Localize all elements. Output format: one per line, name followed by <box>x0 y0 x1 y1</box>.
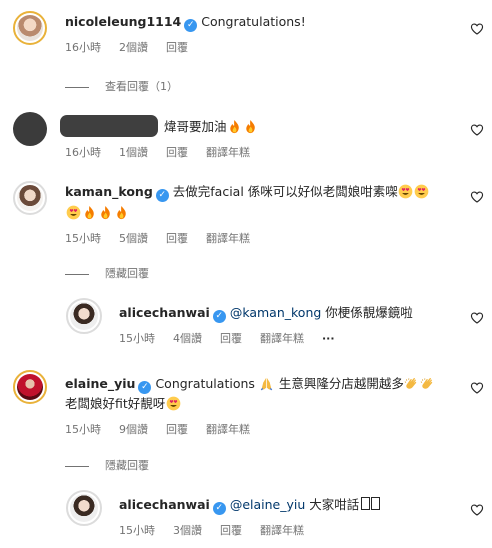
divider <box>65 273 89 275</box>
reply-text: 你梗係靚爆鏡啦 <box>325 305 413 320</box>
timestamp[interactable]: 16小時 <box>65 41 101 54</box>
fire-emoji <box>98 205 113 220</box>
verified-badge-icon: ✓ <box>212 502 226 515</box>
heart-eyes-emoji <box>66 205 81 220</box>
comment-line-cont: 老闆娘好fit好靚呀 <box>65 394 181 414</box>
heart-eyes-emoji <box>398 184 413 199</box>
fire-emoji <box>82 205 97 220</box>
comment-line: 煒哥要加油 <box>164 117 259 137</box>
hide-replies-button[interactable]: 隱藏回覆 <box>65 457 149 473</box>
view-replies-button[interactable]: 查看回覆（1） <box>65 78 178 94</box>
comment-text: 去做完facial 係咪可以好似老闆娘咁素㗎 <box>172 184 398 199</box>
timestamp[interactable]: 15小時 <box>119 524 155 537</box>
translate-button[interactable]: 翻譯年糕 <box>206 232 250 245</box>
comment-line: kaman_kong ✓ 去做完facial 係咪可以好似老闆娘咁素㗎 <box>65 182 430 202</box>
comment-text: Congratulations <box>155 376 255 391</box>
heart-outline-icon[interactable] <box>470 381 484 395</box>
heart-eyes-emoji <box>166 396 181 411</box>
translate-button[interactable]: 翻譯年糕 <box>206 146 250 159</box>
reply-button[interactable]: 回覆 <box>220 524 242 537</box>
likes-count[interactable]: 2個讚 <box>119 41 148 54</box>
reply-button[interactable]: 回覆 <box>166 41 188 54</box>
heart-outline-icon[interactable] <box>470 22 484 36</box>
translate-button[interactable]: 翻譯年糕 <box>206 423 250 436</box>
avatar[interactable] <box>13 112 47 146</box>
likes-count[interactable]: 9個讚 <box>119 423 148 436</box>
translate-button[interactable]: 翻譯年糕 <box>260 524 304 537</box>
likes-count[interactable]: 5個讚 <box>119 232 148 245</box>
heart-outline-icon[interactable] <box>470 503 484 517</box>
view-replies-label: 查看回覆（1） <box>105 80 178 93</box>
heart-outline-icon[interactable] <box>470 123 484 137</box>
reply-line: alicechanwai ✓ @elaine_yiu 大家咁話 <box>119 495 381 515</box>
verified-badge-icon: ✓ <box>184 19 198 32</box>
clapping-hands-emoji <box>420 376 435 391</box>
likes-count[interactable]: 3個讚 <box>173 524 202 537</box>
reply-button[interactable]: 回覆 <box>166 146 188 159</box>
hide-replies-button[interactable]: 隱藏回覆 <box>65 265 149 281</box>
reply-text: 大家咁話 <box>309 497 360 512</box>
comment-meta: 15小時 5個讚 回覆 翻譯年糕 <box>65 230 268 246</box>
reply-button[interactable]: 回覆 <box>166 423 188 436</box>
comment-line: elaine_yiu ✓ Congratulations 生意興隆分店越開越多 <box>65 374 436 394</box>
comment-text: Congratulations! <box>201 14 306 29</box>
divider <box>65 86 89 88</box>
verified-badge-icon: ✓ <box>155 189 169 202</box>
verified-badge-icon: ✓ <box>138 381 152 394</box>
comment-line: nicoleleung1114 ✓ Congratulations! <box>65 12 306 32</box>
missing-glyph <box>371 497 381 510</box>
redacted-username <box>60 115 158 137</box>
timestamp[interactable]: 16小時 <box>65 146 101 159</box>
timestamp[interactable]: 15小時 <box>65 423 101 436</box>
reply-meta: 15小時 3個讚 回覆 翻譯年糕 <box>119 522 322 538</box>
missing-glyph <box>361 497 371 510</box>
comment-meta: 16小時 2個讚 回覆 <box>65 39 206 55</box>
translate-button[interactable]: 翻譯年糕 <box>260 332 304 345</box>
comment-text: 生意興隆分店越開越多 <box>278 376 404 391</box>
username[interactable]: alicechanwai <box>119 497 210 512</box>
comment-meta: 16小時 1個讚 回覆 翻譯年糕 <box>65 144 268 160</box>
mention-link[interactable]: @kaman_kong <box>230 305 322 320</box>
username[interactable]: elaine_yiu <box>65 376 135 391</box>
heart-outline-icon[interactable] <box>470 190 484 204</box>
reply-meta: 15小時 4個讚 回覆 翻譯年糕 ··· <box>119 330 353 346</box>
timestamp[interactable]: 15小時 <box>65 232 101 245</box>
username[interactable]: nicoleleung1114 <box>65 14 181 29</box>
fire-emoji <box>114 205 129 220</box>
reply-line: alicechanwai ✓ @kaman_kong 你梗係靚爆鏡啦 <box>119 303 413 323</box>
avatar[interactable] <box>66 298 102 334</box>
hide-replies-label: 隱藏回覆 <box>105 267 149 280</box>
comment-text: 老闆娘好fit好靚呀 <box>65 396 166 411</box>
more-options-icon[interactable]: ··· <box>322 332 335 345</box>
username[interactable]: kaman_kong <box>65 184 153 199</box>
avatar[interactable] <box>13 11 47 45</box>
comment-line-cont <box>65 203 129 223</box>
hide-replies-label: 隱藏回覆 <box>105 459 149 472</box>
avatar[interactable] <box>66 490 102 526</box>
avatar[interactable] <box>13 370 47 404</box>
timestamp[interactable]: 15小時 <box>119 332 155 345</box>
fire-emoji <box>243 119 258 134</box>
comment-text: 煒哥要加油 <box>164 119 227 134</box>
clapping-hands-emoji <box>404 376 419 391</box>
reply-button[interactable]: 回覆 <box>166 232 188 245</box>
comment-meta: 15小時 9個讚 回覆 翻譯年糕 <box>65 421 268 437</box>
likes-count[interactable]: 1個讚 <box>119 146 148 159</box>
verified-badge-icon: ✓ <box>212 310 226 323</box>
heart-eyes-emoji <box>414 184 429 199</box>
mention-link[interactable]: @elaine_yiu <box>230 497 305 512</box>
fire-emoji <box>227 119 242 134</box>
likes-count[interactable]: 4個讚 <box>173 332 202 345</box>
heart-outline-icon[interactable] <box>470 311 484 325</box>
avatar[interactable] <box>13 181 47 215</box>
praying-hands-emoji <box>259 376 274 391</box>
reply-button[interactable]: 回覆 <box>220 332 242 345</box>
divider <box>65 465 89 467</box>
username[interactable]: alicechanwai <box>119 305 210 320</box>
